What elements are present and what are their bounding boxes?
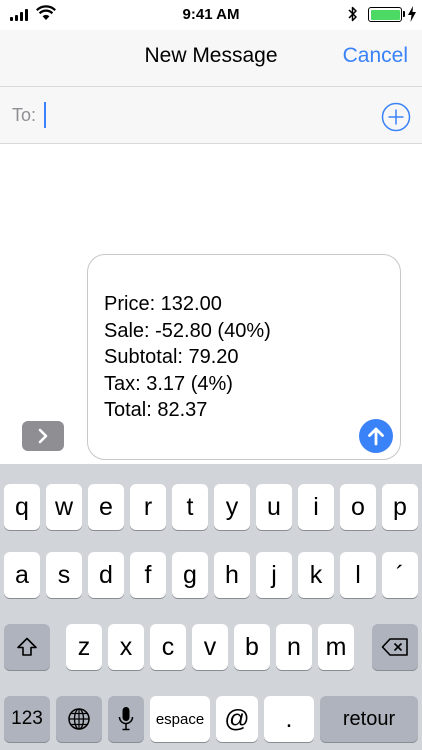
bluetooth-icon: [348, 6, 357, 22]
key-acute-accent[interactable]: ´: [382, 552, 418, 598]
message-compose-field[interactable]: Price: 132.00 Sale: -52.80 (40%) Subtota…: [87, 254, 401, 460]
charging-icon: [408, 6, 416, 22]
key-a[interactable]: a: [4, 552, 40, 598]
key-u[interactable]: u: [256, 484, 292, 530]
key-i[interactable]: i: [298, 484, 334, 530]
message-line: Total: 82.37: [104, 399, 208, 421]
cancel-button[interactable]: Cancel: [343, 44, 408, 68]
delete-key[interactable]: [372, 624, 418, 670]
key-l[interactable]: l: [340, 552, 376, 598]
shift-icon: [17, 637, 37, 656]
send-button[interactable]: [359, 419, 393, 453]
message-area: Price: 132.00 Sale: -52.80 (40%) Subtota…: [0, 144, 422, 464]
key-k[interactable]: k: [298, 552, 334, 598]
to-label: To:: [12, 105, 37, 125]
recipient-row: To:: [0, 86, 422, 144]
arrow-up-icon: [368, 427, 384, 446]
delete-icon: [381, 638, 408, 656]
message-line: Tax: 3.17 (4%): [104, 372, 233, 395]
numbers-key[interactable]: 123: [4, 696, 50, 742]
plus-circle-icon[interactable]: [381, 102, 411, 132]
return-key[interactable]: retour: [320, 696, 418, 742]
battery-cap: [403, 11, 405, 17]
battery-level: [370, 9, 400, 20]
key-v[interactable]: v: [192, 624, 228, 670]
keyboard: q w e r t y u i o p a s d f g h j k l ´ …: [0, 464, 422, 750]
dictation-key[interactable]: [108, 696, 144, 742]
key-x[interactable]: x: [108, 624, 144, 670]
microphone-icon: [118, 707, 134, 731]
key-r[interactable]: r: [130, 484, 166, 530]
key-t[interactable]: t: [172, 484, 208, 530]
key-e[interactable]: e: [88, 484, 124, 530]
key-f[interactable]: f: [130, 552, 166, 598]
recipient-input[interactable]: [42, 102, 362, 130]
shift-key[interactable]: [4, 624, 50, 670]
key-b[interactable]: b: [234, 624, 270, 670]
message-line: Sale: -52.80 (40%): [104, 319, 271, 342]
key-s[interactable]: s: [46, 552, 82, 598]
message-line: Price: 132.00: [104, 293, 222, 315]
text-cursor: [44, 102, 46, 128]
key-y[interactable]: y: [214, 484, 250, 530]
globe-key[interactable]: [56, 696, 102, 742]
at-key[interactable]: @: [216, 696, 258, 742]
period-key[interactable]: .: [264, 696, 314, 742]
key-q[interactable]: q: [4, 484, 40, 530]
status-time: 9:41 AM: [182, 6, 240, 23]
apps-button[interactable]: [22, 421, 64, 451]
key-c[interactable]: c: [150, 624, 186, 670]
key-z[interactable]: z: [66, 624, 102, 670]
nav-bar: New Message Cancel: [0, 30, 422, 86]
key-j[interactable]: j: [256, 552, 292, 598]
message-line: Subtotal: 79.20: [104, 346, 239, 368]
key-d[interactable]: d: [88, 552, 124, 598]
chevron-right-icon: [38, 428, 48, 444]
space-key[interactable]: espace: [150, 696, 210, 742]
key-h[interactable]: h: [214, 552, 250, 598]
globe-icon: [68, 708, 90, 730]
key-p[interactable]: p: [382, 484, 418, 530]
message-text: Price: 132.00 Sale: -52.80 (40%) Subtota…: [104, 291, 271, 424]
key-o[interactable]: o: [340, 484, 376, 530]
battery-icon: [368, 7, 402, 22]
status-bar: 9:41 AM: [0, 0, 422, 30]
key-w[interactable]: w: [46, 484, 82, 530]
key-g[interactable]: g: [172, 552, 208, 598]
key-n[interactable]: n: [276, 624, 312, 670]
key-m[interactable]: m: [318, 624, 354, 670]
